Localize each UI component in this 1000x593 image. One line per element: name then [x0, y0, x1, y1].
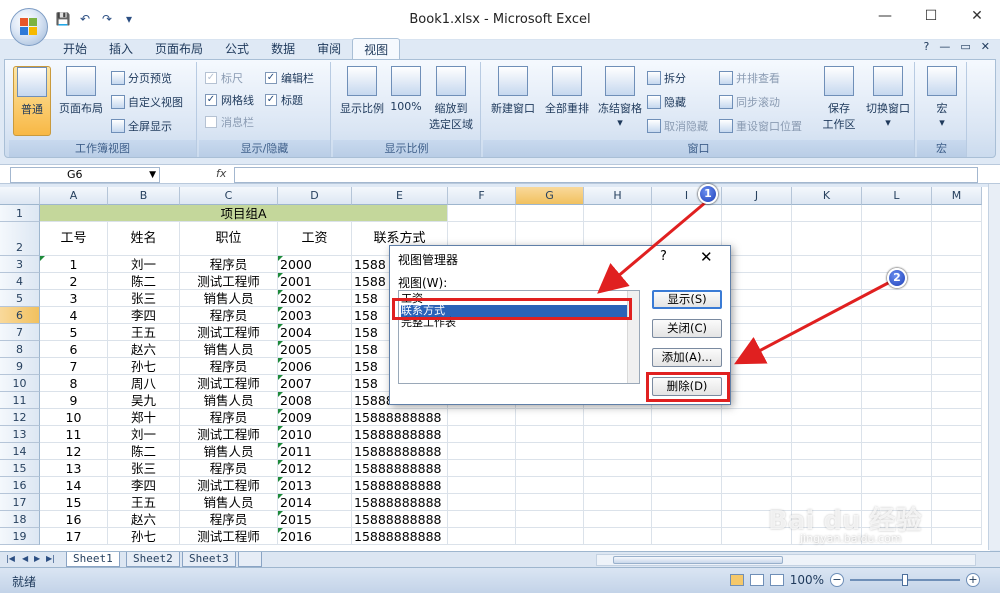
office-logo-icon	[20, 18, 38, 36]
watermark-url: jingyan.baidu.com	[800, 532, 902, 545]
office-button[interactable]	[10, 8, 48, 46]
step-badge-2: 2	[887, 268, 907, 288]
arrow-2	[734, 280, 891, 365]
arrow-1	[597, 200, 707, 294]
step-badge-1: 1	[698, 184, 718, 204]
